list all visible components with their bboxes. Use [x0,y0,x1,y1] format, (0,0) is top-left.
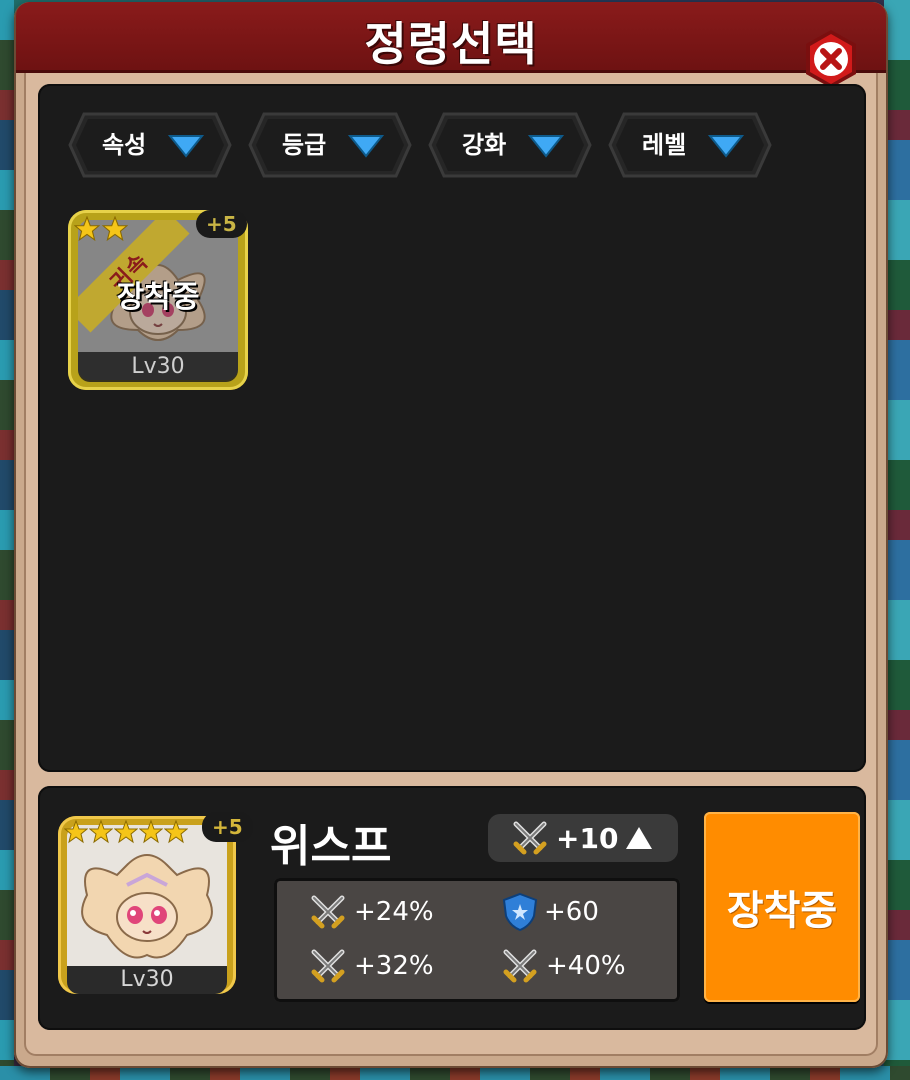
spirit-detail-panel: +5 Lv30 위스프 +10 +24% +60 +32% +40% 장착중 [38,786,866,1030]
crossed-swords-icon [513,821,547,855]
card-equipped-status: 장착중 [116,280,200,315]
filter-bar: 속성 등급 강화 레벨 [68,112,772,178]
stat-attack-3: +40% [500,946,626,986]
dropdown-triangle-icon [708,135,744,158]
crossed-swords-icon [503,949,537,983]
crossed-swords-icon [311,949,345,983]
stat-value: +32% [354,951,434,981]
stat-defense: +60 [502,892,599,932]
detail-star-rating [64,820,188,844]
shield-icon [502,892,538,932]
filter-level-button[interactable]: 레벨 [608,112,772,178]
equip-button-label: 장착중 [726,888,838,934]
title-bar: 정령선택 [16,2,886,73]
close-icon [806,30,856,88]
star-icon [114,820,138,844]
dropdown-triangle-icon [348,135,384,158]
spirit-name: 위스프 [270,821,392,872]
wisp-creature-icon [67,825,227,985]
filter-attribute-button[interactable]: 속성 [68,112,232,178]
star-icon [164,820,188,844]
star-icon [89,820,113,844]
star-icon [102,216,128,242]
dropdown-triangle-icon [168,135,204,158]
filter-button-shape [428,112,592,178]
spirit-list-panel: 속성 등급 강화 레벨 귀속 +5 장착중 Lv30 [38,84,866,772]
upgrade-value: +10 [556,821,619,855]
card-level: Lv30 [78,352,238,382]
spirit-card[interactable]: 귀속 +5 장착중 Lv30 [68,210,254,396]
background-bottom-edge [0,1066,910,1080]
star-icon [139,820,163,844]
stats-box: +24% +60 +32% +40% [274,878,680,1002]
stat-value: +24% [354,897,434,927]
detail-enhance-badge: +5 [202,812,253,842]
detail-level: Lv30 [67,966,227,994]
dropdown-triangle-icon [528,135,564,158]
stat-attack-2: +32% [308,946,434,986]
card-star-rating [74,216,128,242]
filter-attribute-label: 속성 [102,131,147,159]
spirit-select-dialog: 정령선택 속성 등급 강화 레벨 귀속 +5 장착중 Lv30 +5 Lv30 … [14,2,888,1068]
dialog-title: 정령선택 [364,17,538,71]
filter-button-shape [68,112,232,178]
stat-value: +40% [546,951,626,981]
star-icon [64,820,88,844]
upgrade-badge: +10 [488,814,678,862]
stat-attack-1: +24% [308,892,434,932]
filter-enhance-button[interactable]: 강화 [428,112,592,178]
background-left-edge [0,0,14,1080]
filter-level-label: 레벨 [642,131,687,159]
equip-button[interactable]: 장착중 [704,812,860,1002]
filter-grade-label: 등급 [282,131,327,159]
detail-portrait [67,825,227,985]
filter-button-shape [608,112,772,178]
crossed-swords-icon [311,895,345,929]
card-enhance-badge: +5 [196,210,247,238]
close-button[interactable] [800,28,862,90]
filter-button-shape [248,112,412,178]
stat-value: +60 [544,897,599,927]
detail-portrait-card: +5 Lv30 [58,812,253,998]
up-arrow-icon [626,827,653,849]
filter-grade-button[interactable]: 등급 [248,112,412,178]
star-icon [74,216,100,242]
filter-enhance-label: 강화 [462,131,507,159]
